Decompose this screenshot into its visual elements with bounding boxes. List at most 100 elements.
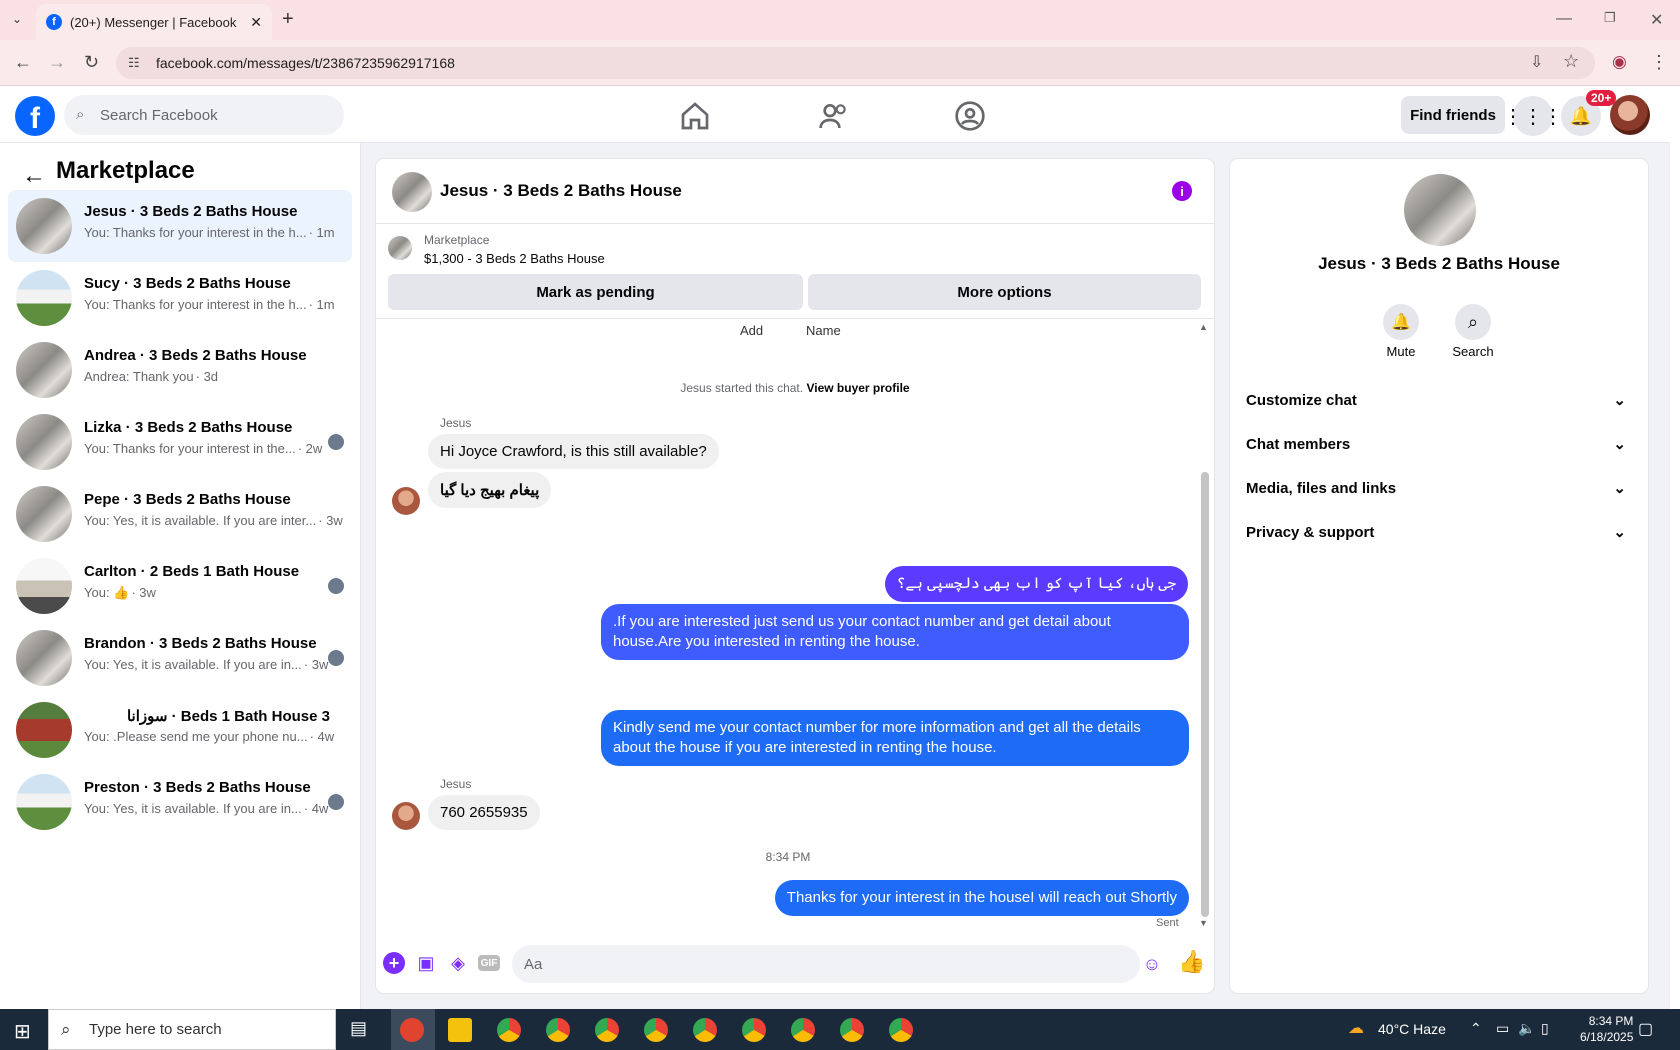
- item-label: Media, files and links: [1246, 479, 1397, 497]
- windows-start-icon[interactable]: ⊞: [14, 1019, 31, 1044]
- weather-text[interactable]: 40°C Haze: [1378, 1021, 1446, 1037]
- sender-name: Jesus: [440, 416, 472, 430]
- tray-chevron-up-icon[interactable]: ⌃: [1470, 1020, 1482, 1037]
- sender-avatar[interactable]: [392, 487, 420, 515]
- new-tab-icon[interactable]: +: [282, 8, 294, 31]
- install-app-icon[interactable]: ⇩: [1530, 52, 1543, 72]
- message-bubble-outgoing[interactable]: Thanks for your interest in the houseI w…: [774, 880, 1189, 916]
- menu-kebab-icon[interactable]: ⋮: [1650, 52, 1668, 73]
- conversation-thumbnail: [16, 198, 72, 254]
- message-bubble-incoming[interactable]: پیغام بھیج دیا گیا: [428, 472, 552, 508]
- weather-icon[interactable]: ☁: [1348, 1018, 1364, 1038]
- message-bubble-outgoing[interactable]: Kindly send me your contact number for m…: [601, 710, 1189, 766]
- sender-avatar[interactable]: [392, 802, 420, 830]
- chrome-icon[interactable]: [742, 1018, 766, 1042]
- sticker-icon[interactable]: ◈: [447, 952, 469, 974]
- notifications-center-icon[interactable]: ▢: [1638, 1019, 1653, 1039]
- task-view-icon[interactable]: ▤: [350, 1018, 367, 1039]
- close-window-icon[interactable]: ✕: [1650, 10, 1663, 30]
- add-label[interactable]: Add: [740, 323, 763, 338]
- account-avatar[interactable]: [1610, 95, 1650, 135]
- conversation-item[interactable]: Beds 1 Bath House 3 · سوزانا You: .Please…: [8, 694, 352, 766]
- chrome-icon[interactable]: [840, 1018, 864, 1042]
- chat-start-notice: Jesus started this chat. View buyer prof…: [376, 381, 1214, 395]
- home-icon[interactable]: [679, 100, 711, 132]
- listing-price-title[interactable]: $1,300 - 3 Beds 2 Baths House: [424, 251, 605, 266]
- media-files-links-item[interactable]: Media, files and links ⌄: [1246, 470, 1634, 506]
- like-thumb-icon[interactable]: 👍: [1178, 949, 1205, 974]
- conversation-item[interactable]: Carlton · 2 Beds 1 Bath House You: 👍 · 3w: [8, 550, 352, 622]
- search-icon[interactable]: ⌕: [1455, 304, 1491, 340]
- conversation-item[interactable]: Lizka · 3 Beds 2 Baths House You: Thanks …: [8, 406, 352, 478]
- chrome-icon[interactable]: [595, 1018, 619, 1042]
- mark-as-pending-button[interactable]: Mark as pending: [388, 274, 803, 310]
- message-input[interactable]: Aa: [512, 945, 1140, 983]
- conversation-preview: You: Yes, it is available. If you are in…: [84, 657, 328, 672]
- more-actions-plus-icon[interactable]: +: [383, 952, 405, 974]
- chrome-icon[interactable]: [644, 1018, 668, 1042]
- message-bubble-outgoing[interactable]: .If you are interested just send us your…: [601, 604, 1189, 660]
- name-label[interactable]: Name: [806, 323, 841, 338]
- menu-grid-icon[interactable]: ⋮⋮⋮: [1503, 96, 1563, 136]
- conversation-item[interactable]: Sucy · 3 Beds 2 Baths House You: Thanks f…: [8, 262, 352, 334]
- conversation-item[interactable]: Preston · 3 Beds 2 Baths House You: Yes, …: [8, 766, 352, 838]
- mute-label[interactable]: Mute: [1361, 344, 1441, 359]
- find-friends-button[interactable]: Find friends: [1401, 96, 1505, 134]
- chat-scrollbar-thumb[interactable]: [1201, 472, 1209, 917]
- photo-icon[interactable]: ▣: [415, 952, 437, 974]
- facebook-logo-icon[interactable]: f: [15, 96, 55, 136]
- privacy-support-item[interactable]: Privacy & support ⌄: [1246, 514, 1634, 550]
- view-buyer-profile-link[interactable]: View buyer profile: [806, 381, 909, 395]
- message-bubble-incoming[interactable]: 760 2655935: [428, 795, 540, 830]
- chat-members-item[interactable]: Chat members ⌄: [1246, 426, 1634, 462]
- reload-icon[interactable]: ↻: [84, 52, 99, 73]
- battery-icon[interactable]: ▯: [1541, 1020, 1549, 1037]
- conversation-item[interactable]: Jesus · 3 Beds 2 Baths House You: Thanks …: [8, 190, 352, 262]
- app-icon[interactable]: [400, 1018, 424, 1042]
- message-bubble-outgoing[interactable]: جی ہاں، کیا آپ کو اب بھی دلچسپی ہے؟: [884, 566, 1188, 602]
- tab-close-icon[interactable]: ✕: [250, 14, 262, 31]
- facebook-search-input[interactable]: ⌕ Search Facebook: [64, 95, 344, 135]
- preview-text: You: Yes, it is available. If you are in…: [84, 513, 317, 528]
- restore-icon[interactable]: ❐: [1604, 10, 1616, 26]
- forward-icon[interactable]: →: [48, 52, 66, 73]
- volume-icon[interactable]: 🔈: [1518, 1020, 1535, 1037]
- url-field[interactable]: ☷ facebook.com/messages/t/23867235962917…: [116, 47, 1595, 79]
- more-options-button[interactable]: More options: [808, 274, 1201, 310]
- emoji-icon[interactable]: ☺: [1141, 953, 1163, 975]
- friends-icon[interactable]: [818, 100, 850, 132]
- back-arrow-icon[interactable]: ←: [22, 162, 46, 190]
- browser-tab[interactable]: f (20+) Messenger | Facebook ✕: [36, 4, 272, 40]
- chat-title[interactable]: Jesus · 3 Beds 2 Baths House: [440, 181, 682, 201]
- mute-bell-icon[interactable]: 🔔: [1383, 304, 1419, 340]
- gif-icon[interactable]: GIF: [478, 955, 500, 971]
- sticky-notes-icon[interactable]: [448, 1018, 472, 1042]
- chrome-icon[interactable]: [693, 1018, 717, 1042]
- minimize-icon[interactable]: —: [1556, 10, 1572, 28]
- chrome-icon[interactable]: [889, 1018, 913, 1042]
- chrome-icon[interactable]: [546, 1018, 570, 1042]
- tab-search-icon[interactable]: ⌄: [12, 12, 22, 26]
- bookmark-star-icon[interactable]: ☆: [1563, 51, 1579, 72]
- search-label[interactable]: Search: [1433, 344, 1513, 359]
- profile-icon[interactable]: ◉: [1612, 52, 1627, 72]
- message-bubble-incoming[interactable]: Hi Joyce Crawford, is this still availab…: [428, 434, 719, 469]
- chat-avatar[interactable]: [392, 172, 432, 212]
- search-icon: ⌕: [76, 106, 85, 123]
- groups-icon[interactable]: [954, 100, 986, 132]
- taskbar-search-input[interactable]: ⌕ Type here to search: [48, 1009, 336, 1050]
- conversation-item[interactable]: Pepe · 3 Beds 2 Baths House You: Yes, it …: [8, 478, 352, 550]
- customize-chat-item[interactable]: Customize chat ⌄: [1246, 382, 1634, 418]
- site-settings-icon[interactable]: ☷: [128, 55, 140, 71]
- conversation-item[interactable]: Andrea · 3 Beds 2 Baths House Andrea: Tha…: [8, 334, 352, 406]
- chrome-icon[interactable]: [791, 1018, 815, 1042]
- details-avatar[interactable]: [1404, 174, 1476, 246]
- scroll-up-icon[interactable]: ▲: [1199, 322, 1208, 332]
- conversation-item[interactable]: Brandon · 3 Beds 2 Baths House You: Yes, …: [8, 622, 352, 694]
- info-icon[interactable]: i: [1172, 181, 1192, 201]
- network-icon[interactable]: ▭: [1496, 1020, 1509, 1037]
- back-icon[interactable]: ←: [14, 52, 32, 73]
- scroll-down-icon[interactable]: ▼: [1199, 918, 1208, 928]
- taskbar-clock[interactable]: 8:34 PM 6/18/2025: [1580, 1013, 1633, 1045]
- chrome-icon[interactable]: [497, 1018, 521, 1042]
